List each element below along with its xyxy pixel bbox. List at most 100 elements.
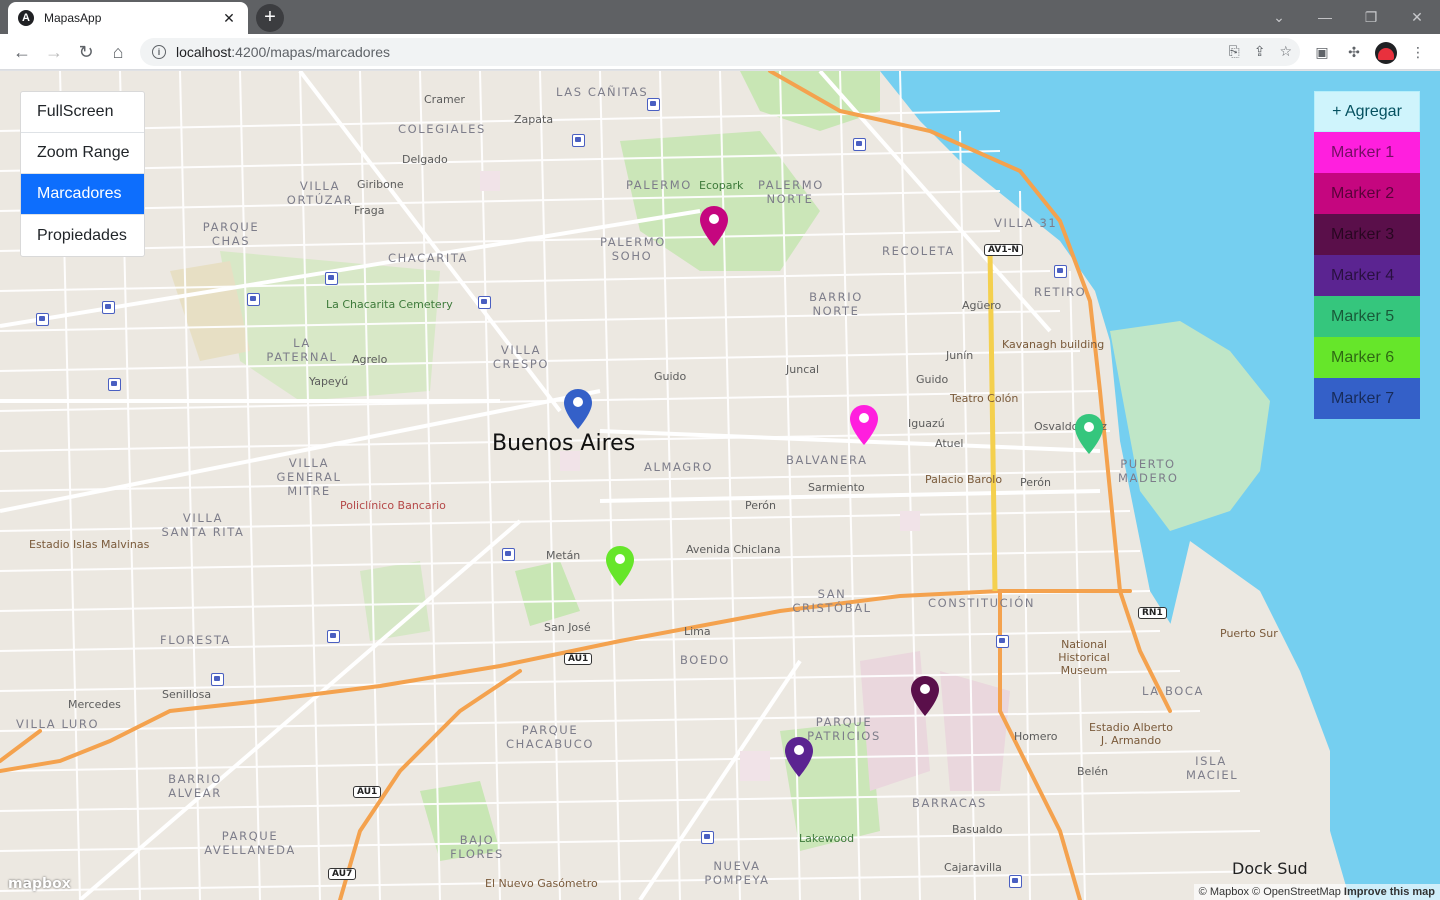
metro-station-icon xyxy=(1009,875,1022,888)
street-label: Delgado xyxy=(402,153,448,166)
district-label: VILLA CRESPO xyxy=(492,343,550,371)
highway-shield: AV1-N xyxy=(984,244,1023,256)
map-marker-pin[interactable] xyxy=(564,389,592,429)
map-marker-pin[interactable] xyxy=(606,546,634,586)
street-label: Juncal xyxy=(786,363,820,376)
poi-label: Teatro Colón xyxy=(950,392,1019,405)
street-label: Agrelo xyxy=(352,353,388,366)
street-label: Sarmiento xyxy=(808,481,865,494)
street-label: Perón xyxy=(745,499,776,512)
district-label: PARQUE CHACABUCO xyxy=(505,723,595,751)
marker-list-item[interactable]: Marker 1 xyxy=(1314,132,1420,173)
menu-item-zoom-range[interactable]: Zoom Range xyxy=(21,133,144,174)
restore-button[interactable]: ❐ xyxy=(1348,0,1394,34)
metro-station-icon xyxy=(325,272,338,285)
street-label: Lima xyxy=(684,625,711,638)
osm-attribution-link[interactable]: © OpenStreetMap xyxy=(1252,886,1341,898)
district-label: LAS CAÑITAS xyxy=(556,85,649,99)
menu-item-fullscreen[interactable]: FullScreen xyxy=(21,92,144,133)
forward-icon[interactable]: → xyxy=(40,38,68,66)
street-label: San José xyxy=(544,621,591,634)
street-label: Atuel xyxy=(935,437,964,450)
district-label: BARRIO NORTE xyxy=(809,290,863,318)
new-tab-button[interactable]: + xyxy=(256,4,284,32)
translate-icon[interactable]: ⎘ xyxy=(1229,43,1240,60)
map-marker-pin[interactable] xyxy=(911,676,939,716)
street-label: Perón xyxy=(1020,476,1051,489)
add-marker-button[interactable]: + Agregar xyxy=(1314,91,1420,132)
map-canvas[interactable]: LAS CAÑITAS COLEGIALES PALERMO PALERMO N… xyxy=(0,71,1440,900)
marker-list-item[interactable]: Marker 2 xyxy=(1314,173,1420,214)
map-marker-pin[interactable] xyxy=(700,206,728,246)
poi-label: Kavanagh building xyxy=(1002,338,1105,351)
street-label: Junín xyxy=(946,349,974,362)
poi-label: Estadio Alberto J. Armando xyxy=(1089,721,1173,747)
metro-station-icon xyxy=(211,673,224,686)
close-window-button[interactable]: ✕ xyxy=(1394,0,1440,34)
close-tab-icon[interactable]: ✕ xyxy=(220,10,238,27)
reload-icon[interactable]: ↻ xyxy=(72,38,100,66)
marker-list-item[interactable]: Marker 6 xyxy=(1314,337,1420,378)
marker-list-item[interactable]: Marker 3 xyxy=(1314,214,1420,255)
menu-item-marcadores[interactable]: Marcadores xyxy=(21,174,144,215)
poi-label: Policlínico Bancario xyxy=(340,499,446,512)
mapbox-logo[interactable]: mapbox xyxy=(8,876,71,892)
marker-list-item[interactable]: Marker 7 xyxy=(1314,378,1420,419)
map-marker-pin[interactable] xyxy=(1075,414,1103,454)
highway-shield: AU1 xyxy=(353,786,382,798)
browser-tab[interactable]: A MapasApp ✕ xyxy=(8,2,248,34)
district-label: BARRACAS xyxy=(912,796,987,810)
metro-station-icon xyxy=(327,630,340,643)
reading-mode-icon[interactable]: ▣ xyxy=(1312,42,1332,62)
district-label: BAJO FLORES xyxy=(450,833,504,861)
map-attribution: © Mapbox © OpenStreetMap Improve this ma… xyxy=(1193,884,1440,900)
metro-station-icon xyxy=(701,831,714,844)
map-marker-pin[interactable] xyxy=(785,737,813,777)
address-bar[interactable]: i localhost:4200/mapas/marcadores ⎘ ⇪ ☆ xyxy=(140,38,1300,66)
city-label: Buenos Aires xyxy=(492,431,636,456)
angular-favicon-icon: A xyxy=(18,10,34,26)
street-label: Fraga xyxy=(354,204,385,217)
map-nav-menu: FullScreen Zoom Range Marcadores Propied… xyxy=(20,91,145,257)
district-label: CONSTITUCIÓN xyxy=(928,596,1036,610)
metro-station-icon xyxy=(1054,265,1067,278)
extensions-icon[interactable]: ✣ xyxy=(1344,42,1364,62)
district-label: RECOLETA xyxy=(882,244,955,258)
metro-station-icon xyxy=(247,293,260,306)
street-label: Homero xyxy=(1014,730,1058,743)
map-marker-pin[interactable] xyxy=(850,405,878,445)
metro-station-icon xyxy=(478,296,491,309)
back-icon[interactable]: ← xyxy=(8,38,36,66)
minimize-button[interactable]: — xyxy=(1302,0,1348,34)
marker-list-item[interactable]: Marker 4 xyxy=(1314,255,1420,296)
share-icon[interactable]: ⇪ xyxy=(1254,43,1266,60)
poi-label: Puerto Sur xyxy=(1220,627,1278,640)
poi-label: La Chacarita Cemetery xyxy=(326,298,453,311)
tab-search-icon[interactable]: ⌄ xyxy=(1256,0,1302,34)
district-label: FLORESTA xyxy=(160,633,232,647)
mapbox-attribution-link[interactable]: © Mapbox xyxy=(1199,886,1249,898)
highway-shield: AU7 xyxy=(328,868,357,880)
home-icon[interactable]: ⌂ xyxy=(104,38,132,66)
district-label: VILLA ORTÚZAR xyxy=(286,179,354,207)
district-label: PALERMO xyxy=(626,178,692,192)
district-label: CHACARITA xyxy=(388,251,469,265)
profile-avatar[interactable] xyxy=(1375,42,1397,64)
menu-item-propiedades[interactable]: Propiedades xyxy=(21,215,144,256)
browser-menu-icon[interactable]: ⋮ xyxy=(1408,42,1428,62)
improve-map-link[interactable]: Improve this map xyxy=(1344,886,1435,898)
poi-label: Estadio Islas Malvinas xyxy=(29,538,150,551)
district-label: ISLA MACIEL xyxy=(1186,754,1239,782)
district-label: SAN CRISTÓBAL xyxy=(792,587,872,615)
marker-list-item[interactable]: Marker 5 xyxy=(1314,296,1420,337)
url-path: :4200/mapas/marcadores xyxy=(231,44,391,60)
metro-station-icon xyxy=(572,134,585,147)
site-info-icon[interactable]: i xyxy=(152,45,166,59)
district-label: VILLA LURO xyxy=(16,717,100,731)
bookmark-star-icon[interactable]: ☆ xyxy=(1279,43,1292,60)
area-label: Dock Sud xyxy=(1232,859,1308,878)
markers-panel: + Agregar Marker 1 Marker 2 Marker 3 Mar… xyxy=(1314,91,1420,419)
street-label: Agüero xyxy=(962,299,1002,312)
highway-shield: AU1 xyxy=(564,653,593,665)
district-label: PALERMO NORTE xyxy=(758,178,824,206)
